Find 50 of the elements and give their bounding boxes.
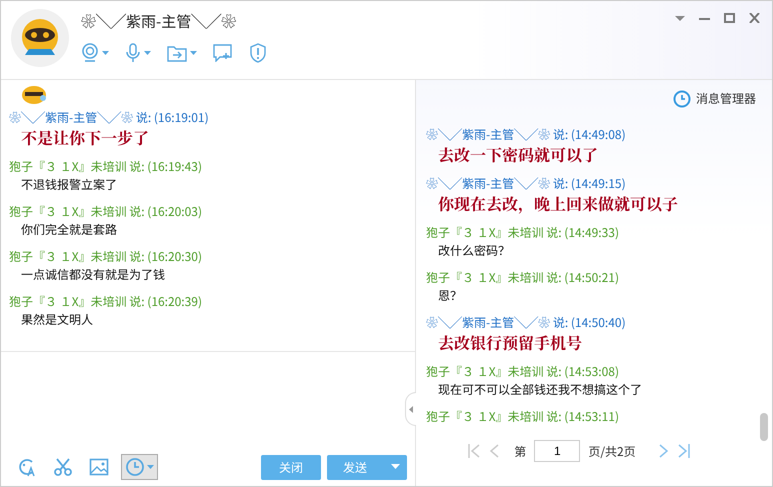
message-text: 一点诚信都没有就是为了钱 <box>21 265 166 285</box>
caret-icon <box>147 465 154 469</box>
folder-arrow-icon[interactable] <box>167 44 197 62</box>
message-text: 去改一下密码就可以了 <box>438 143 598 167</box>
message-sender: 狍子『３ １X』未培训 说: (14:53:08) <box>426 363 620 380</box>
caret-icon <box>190 51 197 55</box>
last-page-icon[interactable] <box>678 444 690 458</box>
message-sender: 狍子『３ １X』未培训 说: (16:20:03) <box>9 203 202 220</box>
message-text: 不退钱报警立案了 <box>21 175 118 195</box>
previous-page-icon[interactable] <box>488 444 500 458</box>
message-sender: 狍子『３ １X』未培训 说: (14:50:21) <box>426 269 620 286</box>
message-sender: 狍子『３ １X』未培训 说: (16:19:43) <box>9 158 202 175</box>
shield-icon[interactable] <box>249 43 267 63</box>
message-text: 你们完全就是套路 <box>21 220 118 240</box>
message-text: 不是让你下一步了 <box>21 126 150 150</box>
message-manager-link[interactable]: 消息管理器 <box>672 87 756 110</box>
next-page-icon[interactable] <box>658 444 670 458</box>
message-sender: ❀╲╱紫雨-主管╲╱❀ 说: (14:49:15) <box>426 175 626 192</box>
message-text: 去改银行预留手机号 <box>438 331 582 355</box>
scrollbar-thumb[interactable] <box>760 413 768 441</box>
message-sender: 狍子『３ １X』未培训 说: (16:20:39) <box>9 293 202 310</box>
webcam-icon[interactable] <box>81 43 109 63</box>
emoji-icon <box>21 84 47 104</box>
message-text: 改什么密码？ <box>438 241 510 261</box>
message-sender: ❀╲╱紫雨-主管╲╱❀ 说: (14:50:40) <box>426 314 626 331</box>
dropdown-icon[interactable] <box>675 13 685 23</box>
message-sender: ❀╲╱紫雨-主管╲╱❀ 说: (16:19:01) <box>9 109 209 126</box>
history-button[interactable] <box>121 454 158 480</box>
collapse-handle[interactable] <box>405 392 416 426</box>
message-sender: 狍子『３ １X』未培训 说: (14:49:33) <box>426 224 620 241</box>
message-text: 果然是文明人 <box>21 310 94 330</box>
message-sender: 狍子『３ １X』未培训 说: (16:20:30) <box>9 248 202 265</box>
clock-icon <box>672 90 691 108</box>
message-sender: ❀╲╱紫雨-主管╲╱❀ 说: (14:49:08) <box>426 126 626 143</box>
page-label: 第 <box>514 442 526 460</box>
caret-icon <box>102 51 109 55</box>
maximize-icon[interactable] <box>724 13 735 23</box>
message-text: 恩？ <box>438 286 462 306</box>
microphone-icon[interactable] <box>125 43 151 63</box>
close-icon[interactable] <box>749 13 760 23</box>
page-total: 页/共2页 <box>588 442 636 460</box>
clock-icon <box>125 457 145 477</box>
add-chat-icon[interactable] <box>213 44 233 62</box>
caret-icon <box>144 51 151 55</box>
first-page-icon[interactable] <box>468 444 480 458</box>
page-input[interactable]: 1 <box>534 440 580 462</box>
window-title: ❀╲╱紫雨-主管╲╱❀ <box>81 11 238 33</box>
message-text: 现在可不可以全部钱还我不想搞这个了 <box>438 380 642 400</box>
message-sender: 狍子『３ １X』未培训 说: (14:53:11) <box>426 408 620 425</box>
message-text: 你现在去改，晚上回来做就可以子 <box>438 192 678 216</box>
